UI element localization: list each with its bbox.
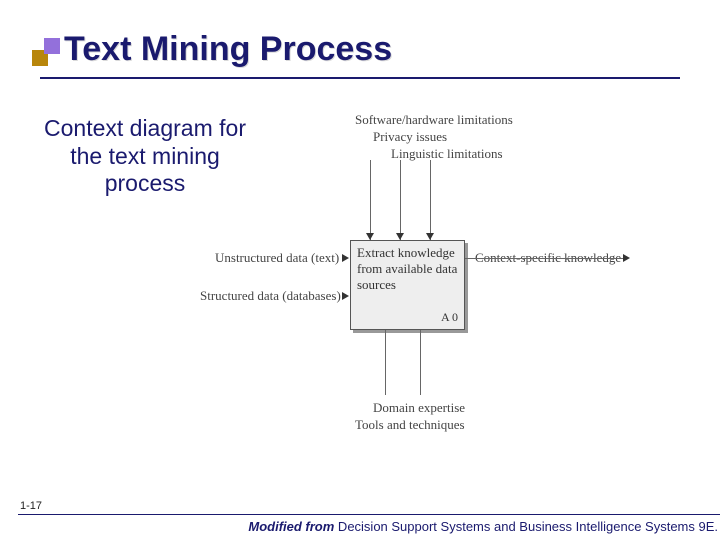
process-node-id: A 0 <box>441 310 458 325</box>
constraint-item: Software/hardware limitations <box>355 112 535 129</box>
constraints-list: Software/hardware limitations Privacy is… <box>355 112 535 163</box>
output-line <box>465 258 625 259</box>
mechanism-item: Domain expertise <box>373 400 535 417</box>
constraint-item: Linguistic limitations <box>391 146 535 163</box>
constraint-line <box>370 160 371 240</box>
page-title: Text Mining Process <box>64 30 680 69</box>
mechanisms-list: Domain expertise Tools and techniques <box>355 400 535 434</box>
title-area: Text Mining Process <box>40 30 680 79</box>
context-diagram: Software/hardware limitations Privacy is… <box>270 110 690 430</box>
constraint-item: Privacy issues <box>373 129 535 146</box>
mechanism-line <box>385 330 386 395</box>
title-divider <box>40 77 680 79</box>
page-number: 1-17 <box>20 500 42 512</box>
arrow-down-icon <box>426 233 434 240</box>
footer-source: Decision Support Systems and Business In… <box>334 519 718 534</box>
footer-prefix: Modified from <box>248 519 334 534</box>
arrow-down-icon <box>396 233 404 240</box>
footer-divider <box>18 514 720 515</box>
process-label: Extract knowledge from available data so… <box>357 245 457 292</box>
process-box: Extract knowledge from available data so… <box>350 240 465 330</box>
constraint-line <box>400 160 401 240</box>
constraint-line <box>430 160 431 240</box>
arrow-right-icon <box>342 292 349 300</box>
square-purple <box>44 38 60 54</box>
subtitle: Context diagram for the text mining proc… <box>30 115 260 198</box>
arrow-right-icon <box>623 254 630 262</box>
mechanism-item: Tools and techniques <box>355 417 535 434</box>
input-item: Unstructured data (text) <box>215 250 345 267</box>
arrow-down-icon <box>366 233 374 240</box>
footer-text: Modified from Decision Support Systems a… <box>248 519 718 534</box>
arrow-right-icon <box>342 254 349 262</box>
input-item: Structured data (databases) <box>200 288 345 305</box>
mechanism-line <box>420 330 421 395</box>
